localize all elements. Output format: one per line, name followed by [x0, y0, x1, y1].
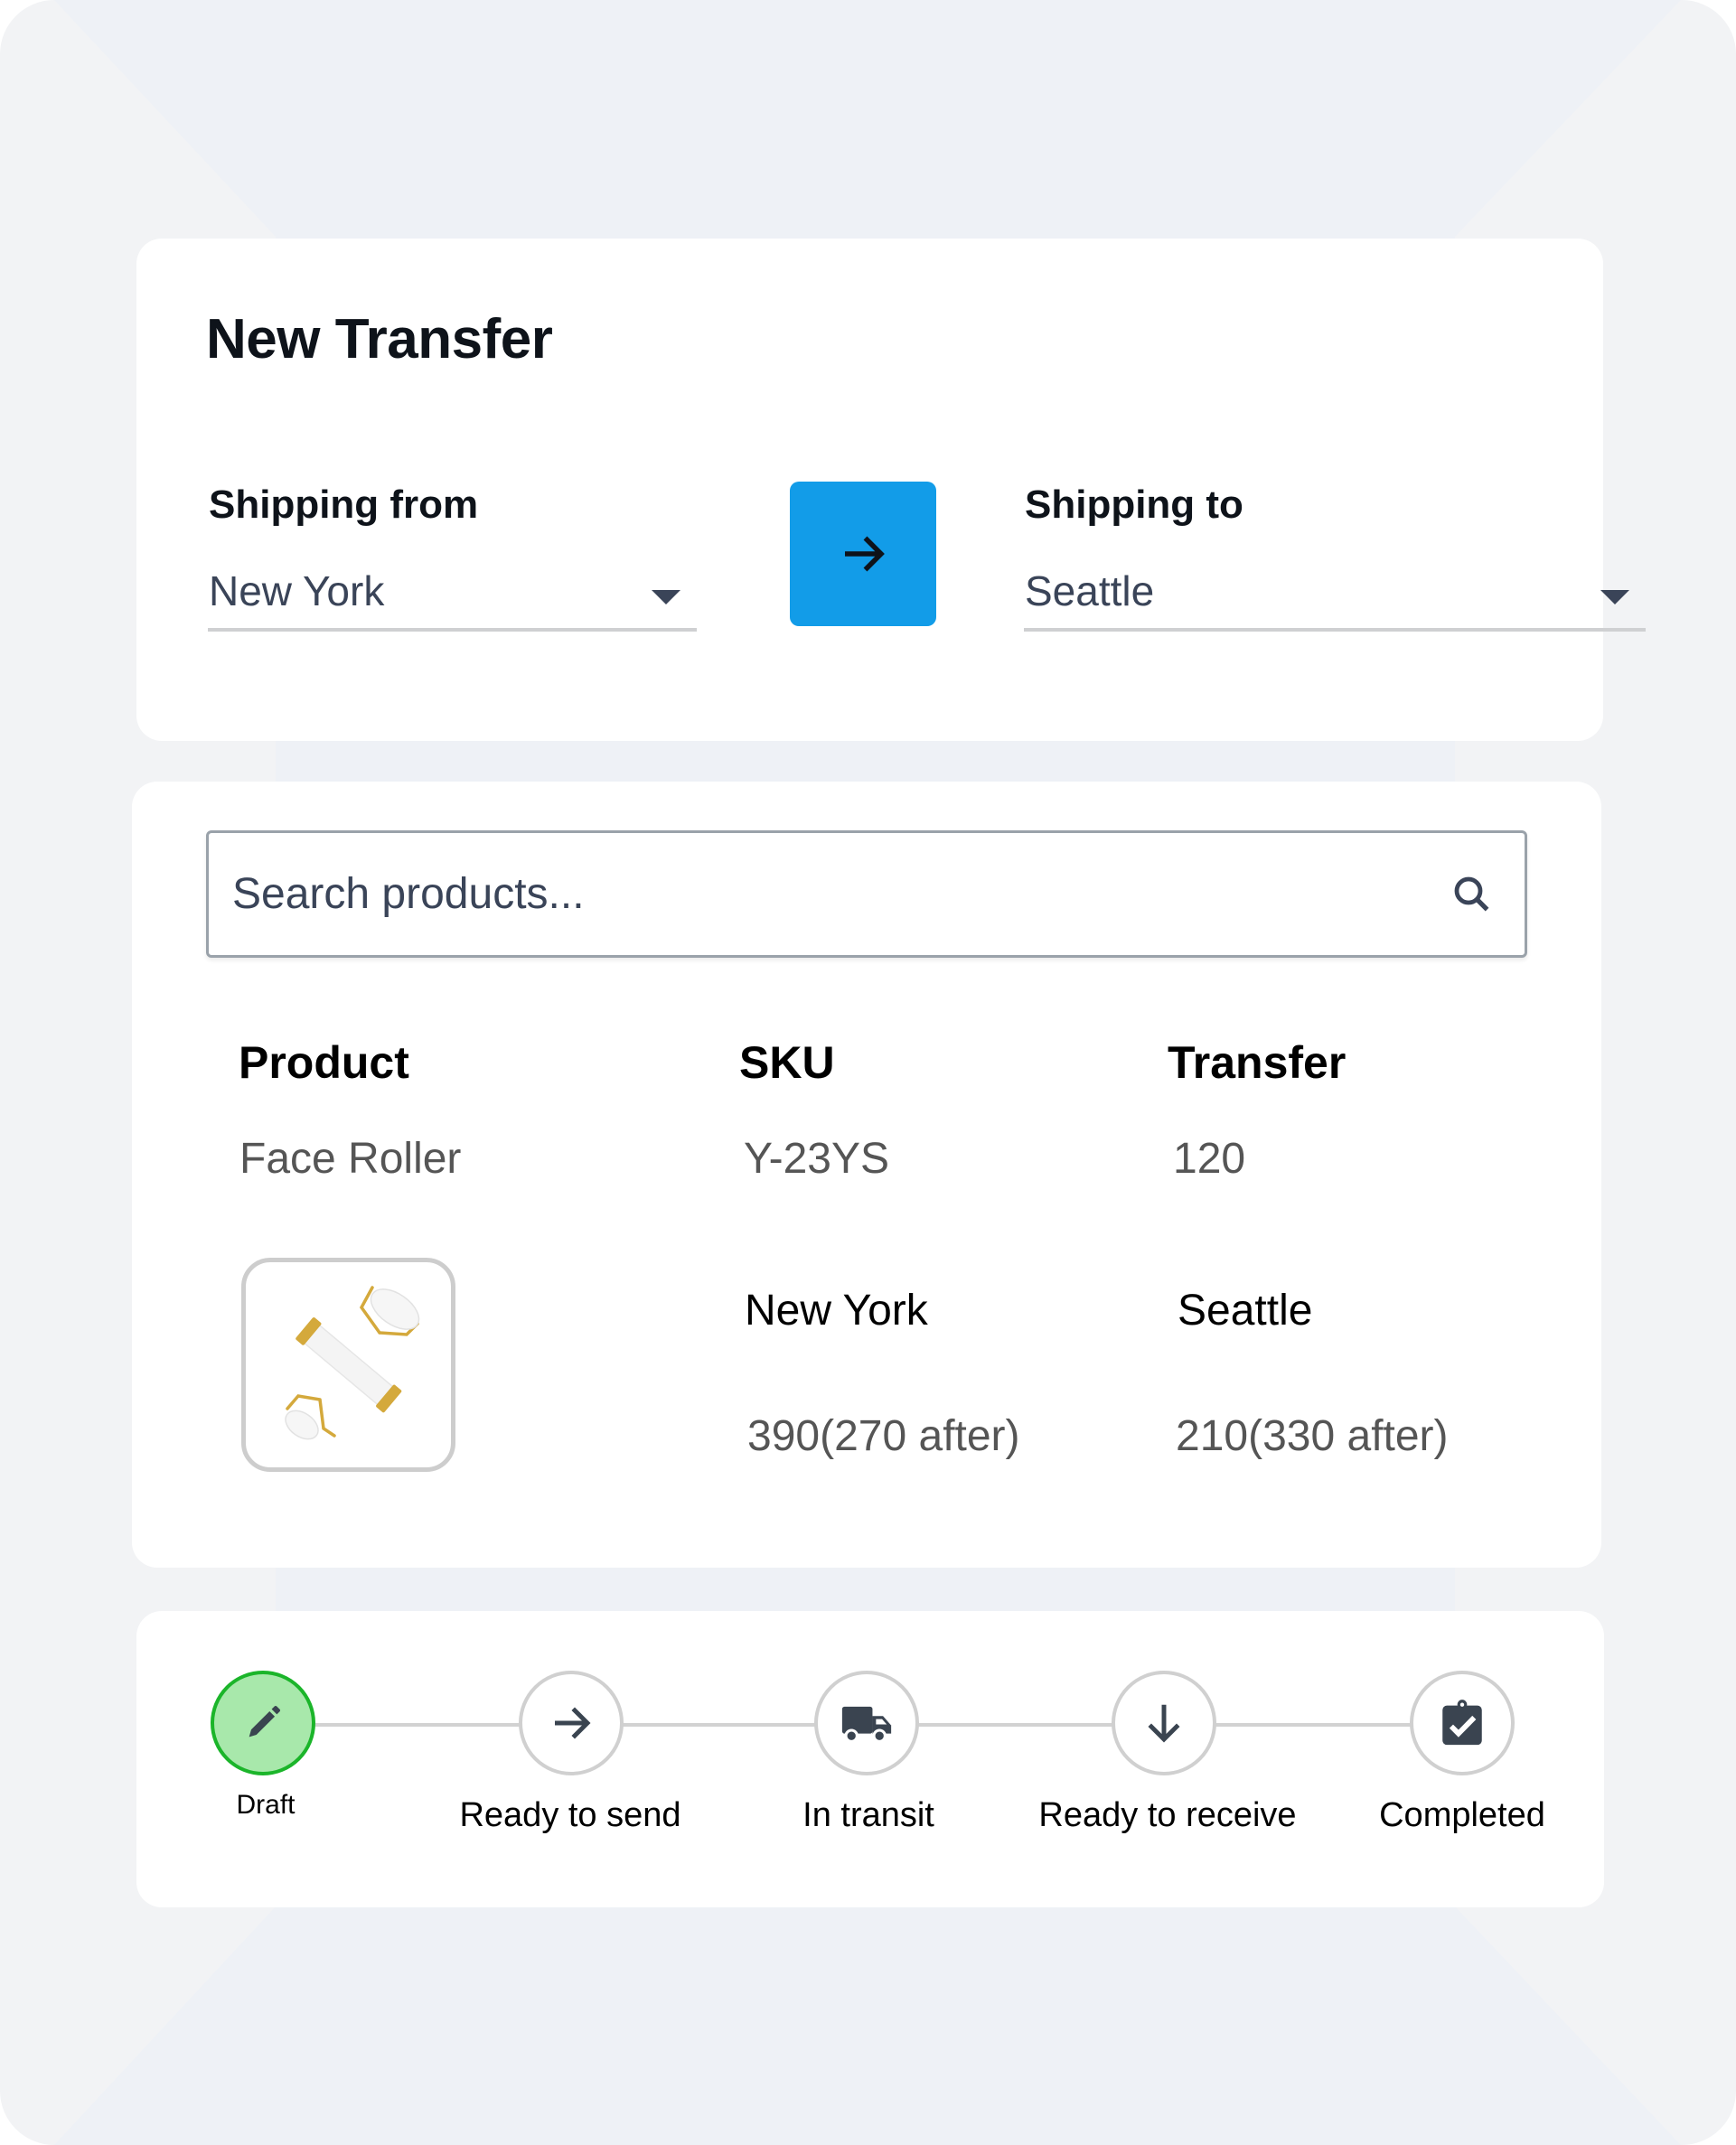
step-ready-to-receive[interactable] — [1112, 1671, 1216, 1775]
chevron-down-icon — [652, 590, 680, 604]
step-draft[interactable] — [211, 1671, 315, 1775]
page-background: New Transfer Shipping from New York Ship… — [0, 0, 1736, 2145]
truck-icon — [841, 1706, 892, 1743]
column-header-transfer: Transfer — [1168, 1037, 1347, 1088]
products-card: Product SKU Transfer Face Roller Y-23YS … — [132, 782, 1601, 1568]
product-name: Face Roller — [239, 1135, 462, 1183]
step-label-completed: Completed — [1379, 1796, 1545, 1834]
face-roller-image — [285, 1286, 420, 1440]
step-completed[interactable] — [1410, 1671, 1515, 1775]
stock-to-location: Seattle — [1178, 1287, 1313, 1335]
step-label-draft: Draft — [236, 1790, 296, 1820]
column-header-sku: SKU — [739, 1037, 835, 1088]
stock-from-location: New York — [745, 1287, 928, 1335]
column-header-product: Product — [239, 1037, 409, 1088]
shipping-to-select[interactable]: Seattle — [1024, 559, 1646, 632]
stock-from-value: 390(270 after) — [747, 1412, 1020, 1460]
step-label-ready-to-send: Ready to send — [459, 1796, 681, 1834]
step-in-transit[interactable] — [814, 1671, 919, 1775]
search-box — [206, 830, 1527, 958]
shipping-from-value: New York — [209, 567, 385, 614]
stock-to-value: 210(330 after) — [1176, 1412, 1449, 1460]
swap-direction-button[interactable] — [790, 482, 936, 626]
shipping-to-label: Shipping to — [1025, 482, 1243, 527]
status-stepper-card: Draft Ready to send In transit Ready to … — [136, 1611, 1604, 1907]
transfer-quantity[interactable]: 120 — [1173, 1134, 1245, 1184]
product-sku: Y-23YS — [744, 1135, 890, 1183]
search-icon[interactable] — [1450, 873, 1494, 916]
shipping-to-value: Seattle — [1025, 567, 1155, 614]
step-label-ready-to-receive: Ready to receive — [1038, 1796, 1297, 1834]
arrow-down-icon — [1148, 1704, 1180, 1743]
chevron-down-icon — [1600, 590, 1629, 604]
transfer-header-card: New Transfer Shipping from New York Ship… — [136, 239, 1646, 741]
shipping-from-select[interactable]: New York — [208, 559, 697, 632]
pencil-icon — [249, 1706, 280, 1738]
arrow-right-icon — [845, 536, 885, 572]
page-title: New Transfer — [206, 308, 553, 370]
shipping-from-label: Shipping from — [209, 482, 479, 527]
step-label-in-transit: In transit — [802, 1796, 934, 1834]
product-thumbnail — [241, 1258, 455, 1472]
search-input[interactable] — [232, 833, 1425, 955]
step-ready-to-send[interactable] — [519, 1671, 624, 1775]
arrow-right-icon — [555, 1707, 591, 1739]
clipboard-check-icon — [1442, 1700, 1482, 1746]
